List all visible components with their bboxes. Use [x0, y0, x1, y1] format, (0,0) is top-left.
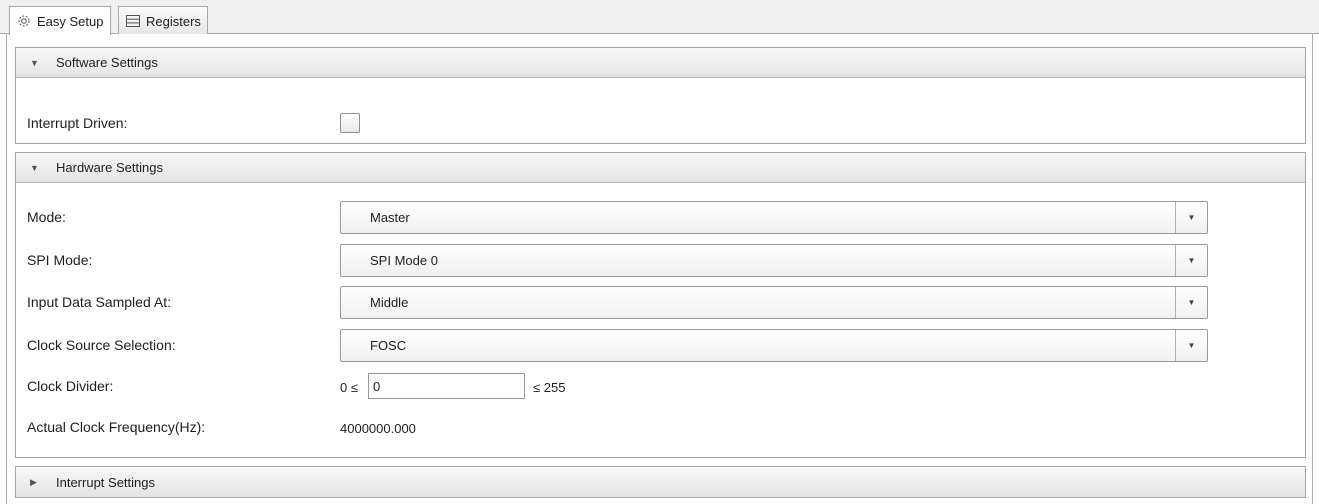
gear-icon: [16, 13, 32, 29]
clock-divider-label: Clock Divider:: [27, 378, 114, 394]
hardware-settings-section: ▼ Hardware Settings Mode: Master ▼ SPI M…: [15, 152, 1306, 458]
input-sampled-value: Middle: [370, 295, 409, 310]
interrupt-settings-title: Interrupt Settings: [56, 474, 155, 490]
hardware-settings-header[interactable]: ▼ Hardware Settings: [16, 153, 1305, 183]
chevron-down-icon[interactable]: ▼: [1175, 330, 1207, 361]
mode-label: Mode:: [27, 209, 66, 225]
interrupt-driven-label: Interrupt Driven:: [27, 115, 128, 131]
software-settings-title: Software Settings: [56, 55, 158, 70]
clock-source-dropdown[interactable]: FOSC ▼: [340, 329, 1208, 362]
tab-easy-setup-label: Easy Setup: [37, 13, 104, 29]
interrupt-driven-checkbox[interactable]: [340, 113, 360, 133]
spi-mode-dropdown[interactable]: SPI Mode 0 ▼: [340, 244, 1208, 277]
tab-registers[interactable]: Registers: [118, 6, 208, 35]
caret-down-icon: ▼: [30, 162, 39, 173]
clock-divider-max: ≤ 255: [533, 380, 566, 395]
tab-registers-label: Registers: [146, 13, 201, 29]
tab-bar: Easy Setup Registers: [0, 0, 1319, 35]
tab-easy-setup[interactable]: Easy Setup: [9, 6, 111, 35]
caret-down-icon: ▼: [30, 57, 39, 68]
table-icon: [125, 13, 141, 29]
clock-source-label: Clock Source Selection:: [27, 337, 176, 353]
interrupt-settings-section: ▶ Interrupt Settings: [15, 466, 1306, 498]
mode-dropdown[interactable]: Master ▼: [340, 201, 1208, 234]
easy-setup-panel: ▼ Software Settings Interrupt Driven: ▼ …: [6, 34, 1313, 504]
chevron-down-icon[interactable]: ▼: [1175, 245, 1207, 276]
chevron-down-icon[interactable]: ▼: [1175, 202, 1207, 233]
hardware-settings-title: Hardware Settings: [56, 160, 163, 175]
spi-mode-label: SPI Mode:: [27, 252, 93, 268]
mode-value: Master: [370, 210, 410, 225]
clock-source-value: FOSC: [370, 338, 407, 353]
interrupt-settings-header[interactable]: ▶ Interrupt Settings: [16, 467, 1305, 497]
spi-mode-value: SPI Mode 0: [370, 253, 438, 268]
clock-divider-min: 0 ≤: [340, 380, 358, 395]
actual-clock-frequency-label: Actual Clock Frequency(Hz):: [27, 419, 206, 435]
caret-right-icon: ▶: [30, 476, 37, 487]
software-settings-section: ▼ Software Settings Interrupt Driven:: [15, 47, 1306, 144]
actual-clock-frequency-value: 4000000.000: [340, 421, 416, 436]
input-sampled-label: Input Data Sampled At:: [27, 294, 171, 310]
software-settings-header[interactable]: ▼ Software Settings: [16, 48, 1305, 78]
chevron-down-icon[interactable]: ▼: [1175, 287, 1207, 318]
clock-divider-input[interactable]: [368, 373, 525, 399]
input-sampled-dropdown[interactable]: Middle ▼: [340, 286, 1208, 319]
